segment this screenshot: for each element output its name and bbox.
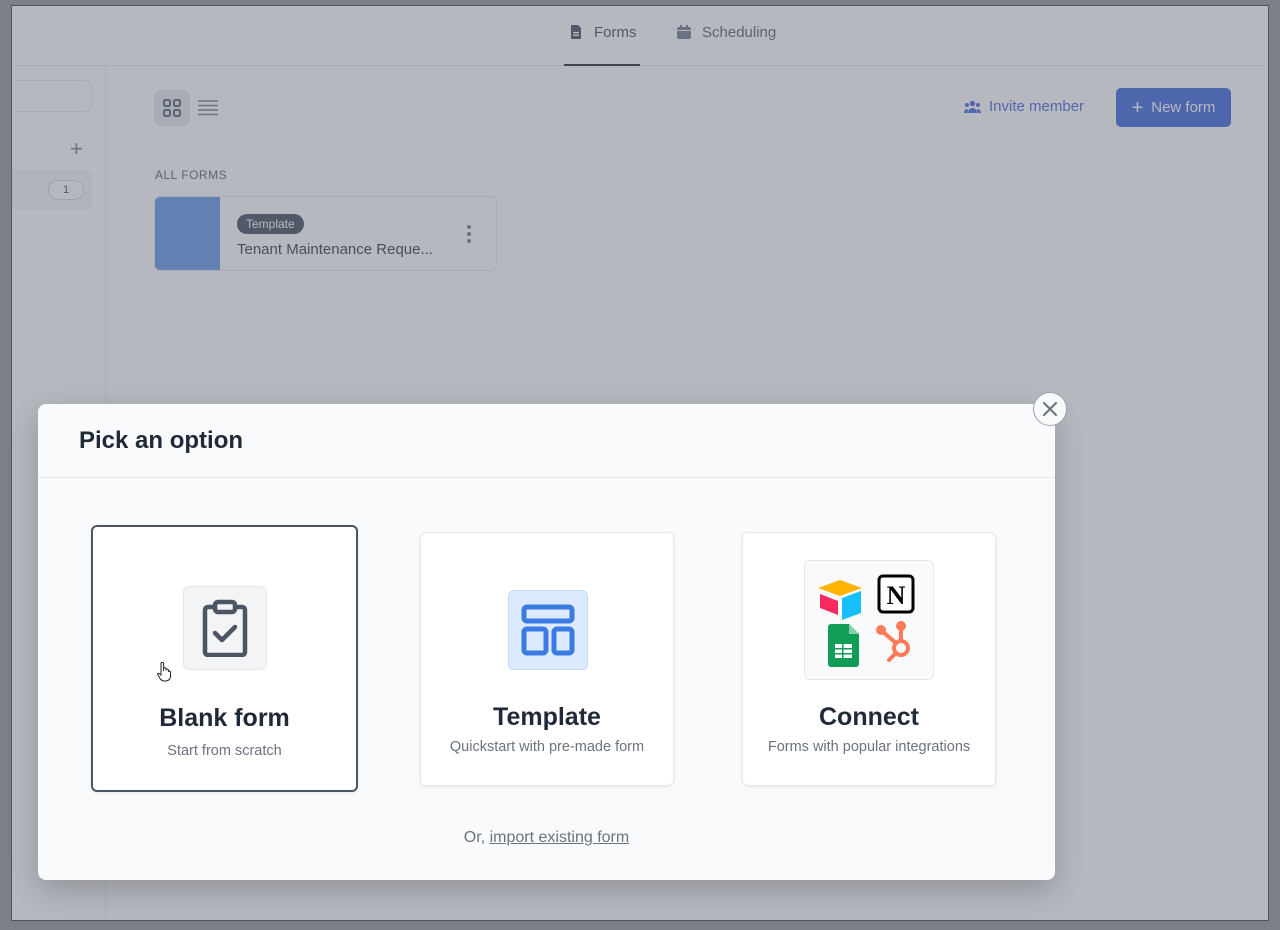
import-existing-form-link[interactable]: import existing form (490, 829, 630, 846)
google-sheets-icon (828, 624, 859, 667)
import-line: Or, import existing form (38, 829, 1055, 847)
integrations-icon-box: N (804, 560, 934, 680)
template-title: Template (493, 703, 601, 731)
hand-pointer-icon (157, 661, 171, 687)
connect-subtitle: Forms with popular integrations (767, 739, 971, 755)
layout-icon (521, 604, 575, 656)
modal-header: Pick an option (38, 404, 1055, 478)
blank-form-title: Blank form (159, 704, 290, 732)
svg-text:N: N (887, 581, 906, 610)
connect-title: Connect (819, 703, 919, 731)
import-prefix: Or, (463, 829, 486, 846)
template-icon-box (508, 590, 588, 670)
blank-form-option[interactable]: Blank form Start from scratch (91, 525, 358, 792)
hubspot-logo-icon (876, 621, 910, 662)
notion-logo-icon: N (877, 574, 915, 614)
airtable-logo-icon (818, 580, 862, 620)
template-subtitle: Quickstart with pre-made form (449, 739, 645, 755)
screen: Forms Scheduling + 1 (12, 6, 1268, 920)
close-modal-button[interactable] (1033, 392, 1067, 426)
template-option[interactable]: Template Quickstart with pre-made form (420, 532, 674, 786)
close-icon (1043, 402, 1057, 416)
modal-title: Pick an option (79, 426, 244, 454)
connect-option[interactable]: N Connect Forms with popular integration… (742, 532, 996, 786)
pick-option-modal: Pick an option Blank form Start from scr… (38, 404, 1055, 880)
integrations-icon: N (818, 574, 915, 667)
blank-form-icon-box (183, 586, 267, 670)
window-frame: Forms Scheduling + 1 (0, 0, 1280, 930)
clipboard-check-icon (202, 599, 248, 657)
blank-form-subtitle: Start from scratch (167, 743, 282, 759)
